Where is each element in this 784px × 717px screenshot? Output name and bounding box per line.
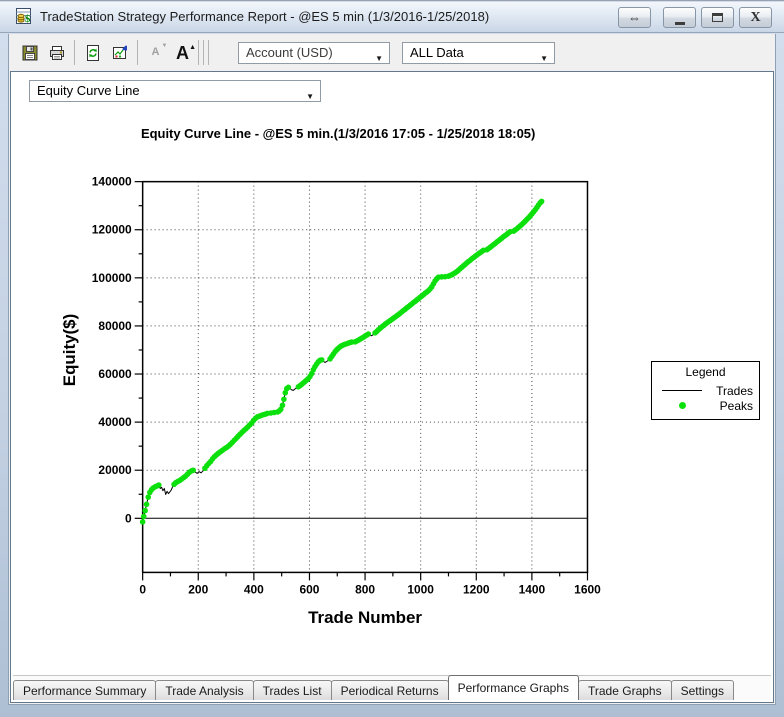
legend-entry-label: Trades <box>716 383 753 398</box>
legend-title: Legend <box>685 365 726 379</box>
svg-text:800: 800 <box>355 582 375 596</box>
svg-text:1600: 1600 <box>574 582 601 596</box>
chart-title: Equity Curve Line - @ES 5 min.(1/3/2016 … <box>141 126 535 141</box>
decrease-font-icon: A ▼ <box>151 43 168 58</box>
svg-text:1400: 1400 <box>519 582 546 596</box>
print-button[interactable] <box>43 40 70 66</box>
toolbar-separator <box>74 40 75 65</box>
tab-trades-list[interactable]: Trades List <box>252 680 332 700</box>
svg-text:20000: 20000 <box>98 463 132 477</box>
chevron-down-icon: ▼ <box>375 53 383 63</box>
print-icon <box>49 45 64 60</box>
tab-periodical-returns[interactable]: Periodical Returns <box>330 680 449 700</box>
y-axis-label: Equity($) <box>60 314 79 386</box>
refresh-button[interactable] <box>79 40 106 66</box>
svg-text:120000: 120000 <box>92 223 132 237</box>
refresh-icon <box>86 44 99 61</box>
minimize-icon <box>674 21 685 25</box>
decrease-font-button[interactable]: A ▼ <box>142 40 169 66</box>
tab-settings[interactable]: Settings <box>670 680 734 700</box>
save-icon <box>22 45 37 60</box>
close-icon: X <box>750 9 761 25</box>
svg-text:600: 600 <box>299 582 319 596</box>
toolbar-separator <box>137 40 138 65</box>
title-bar[interactable]: $ TradeStation Strategy Performance Repo… <box>0 0 784 33</box>
svg-text:400: 400 <box>244 582 264 596</box>
x-axis-label: Trade Number <box>308 608 422 627</box>
tab-trade-graphs[interactable]: Trade Graphs <box>578 680 672 700</box>
window-body: A ▼ A ▲ Account (USD) ▼ ALL Data ▼ 0 200 400… <box>8 34 776 705</box>
graph-type-dropdown[interactable]: Equity Curve Line ▼ <box>29 80 321 102</box>
svg-text:0: 0 <box>139 582 146 596</box>
close-button[interactable]: X <box>739 7 772 28</box>
svg-text:80000: 80000 <box>98 319 132 333</box>
toolbar-separator <box>198 40 199 65</box>
window-controls: ⇔ X <box>613 7 772 28</box>
tab-performance-summary[interactable]: Performance Summary <box>13 680 157 700</box>
legend-entry-trades: Trades <box>652 383 759 398</box>
svg-text:100000: 100000 <box>92 271 132 285</box>
toolbar-separator <box>208 40 209 65</box>
save-button[interactable] <box>16 40 43 66</box>
maximize-button[interactable] <box>701 7 734 28</box>
legend-entry-peaks: Peaks <box>652 398 759 413</box>
chevron-down-icon: ▼ <box>540 53 548 63</box>
window-title: TradeStation Strategy Performance Report… <box>40 8 490 24</box>
chevron-down-icon: ▼ <box>306 92 314 101</box>
export-graph-button[interactable] <box>106 40 133 66</box>
report-tab-bar: Performance Summary Trade Analysis Trades … <box>13 675 771 700</box>
minimize-button[interactable] <box>663 7 696 28</box>
toolbar: A ▼ A ▲ Account (USD) ▼ ALL Data ▼ <box>9 34 775 71</box>
legend-entry-label: Peaks <box>719 398 753 413</box>
svg-text:40000: 40000 <box>98 415 132 429</box>
svg-text:200: 200 <box>188 582 208 596</box>
data-range-dropdown[interactable]: ALL Data ▼ <box>402 41 555 64</box>
tradestation-performance-report-window: $ TradeStation Strategy Performance Repo… <box>0 0 784 717</box>
toolbar-separator <box>203 40 204 65</box>
report-panel: 0 200 400 600 800 1000 1200 1400 1600 0 20000 40000… <box>10 71 774 703</box>
increase-font-button[interactable]: A ▲ <box>169 40 196 66</box>
svg-text:60000: 60000 <box>98 367 132 381</box>
tab-trade-analysis[interactable]: Trade Analysis <box>155 680 254 700</box>
legend-line-swatch <box>662 390 702 391</box>
svg-text:0: 0 <box>125 511 132 525</box>
svg-text:140000: 140000 <box>92 175 132 189</box>
svg-text:1000: 1000 <box>407 582 434 596</box>
dock-icon: ⇔ <box>628 10 641 25</box>
account-dropdown[interactable]: Account (USD) ▼ <box>238 41 390 64</box>
maximize-icon <box>712 13 723 22</box>
tab-performance-graphs[interactable]: Performance Graphs <box>447 675 579 700</box>
increase-font-icon: A ▲ <box>176 42 196 63</box>
svg-text:1200: 1200 <box>463 582 490 596</box>
chart-legend: Legend Trades Peaks <box>651 361 760 420</box>
export-graph-icon <box>112 44 127 59</box>
svg-text:$: $ <box>25 13 31 25</box>
dock-button[interactable]: ⇔ <box>618 7 651 28</box>
legend-dot-swatch <box>678 402 686 409</box>
app-icon: $ <box>16 7 31 25</box>
